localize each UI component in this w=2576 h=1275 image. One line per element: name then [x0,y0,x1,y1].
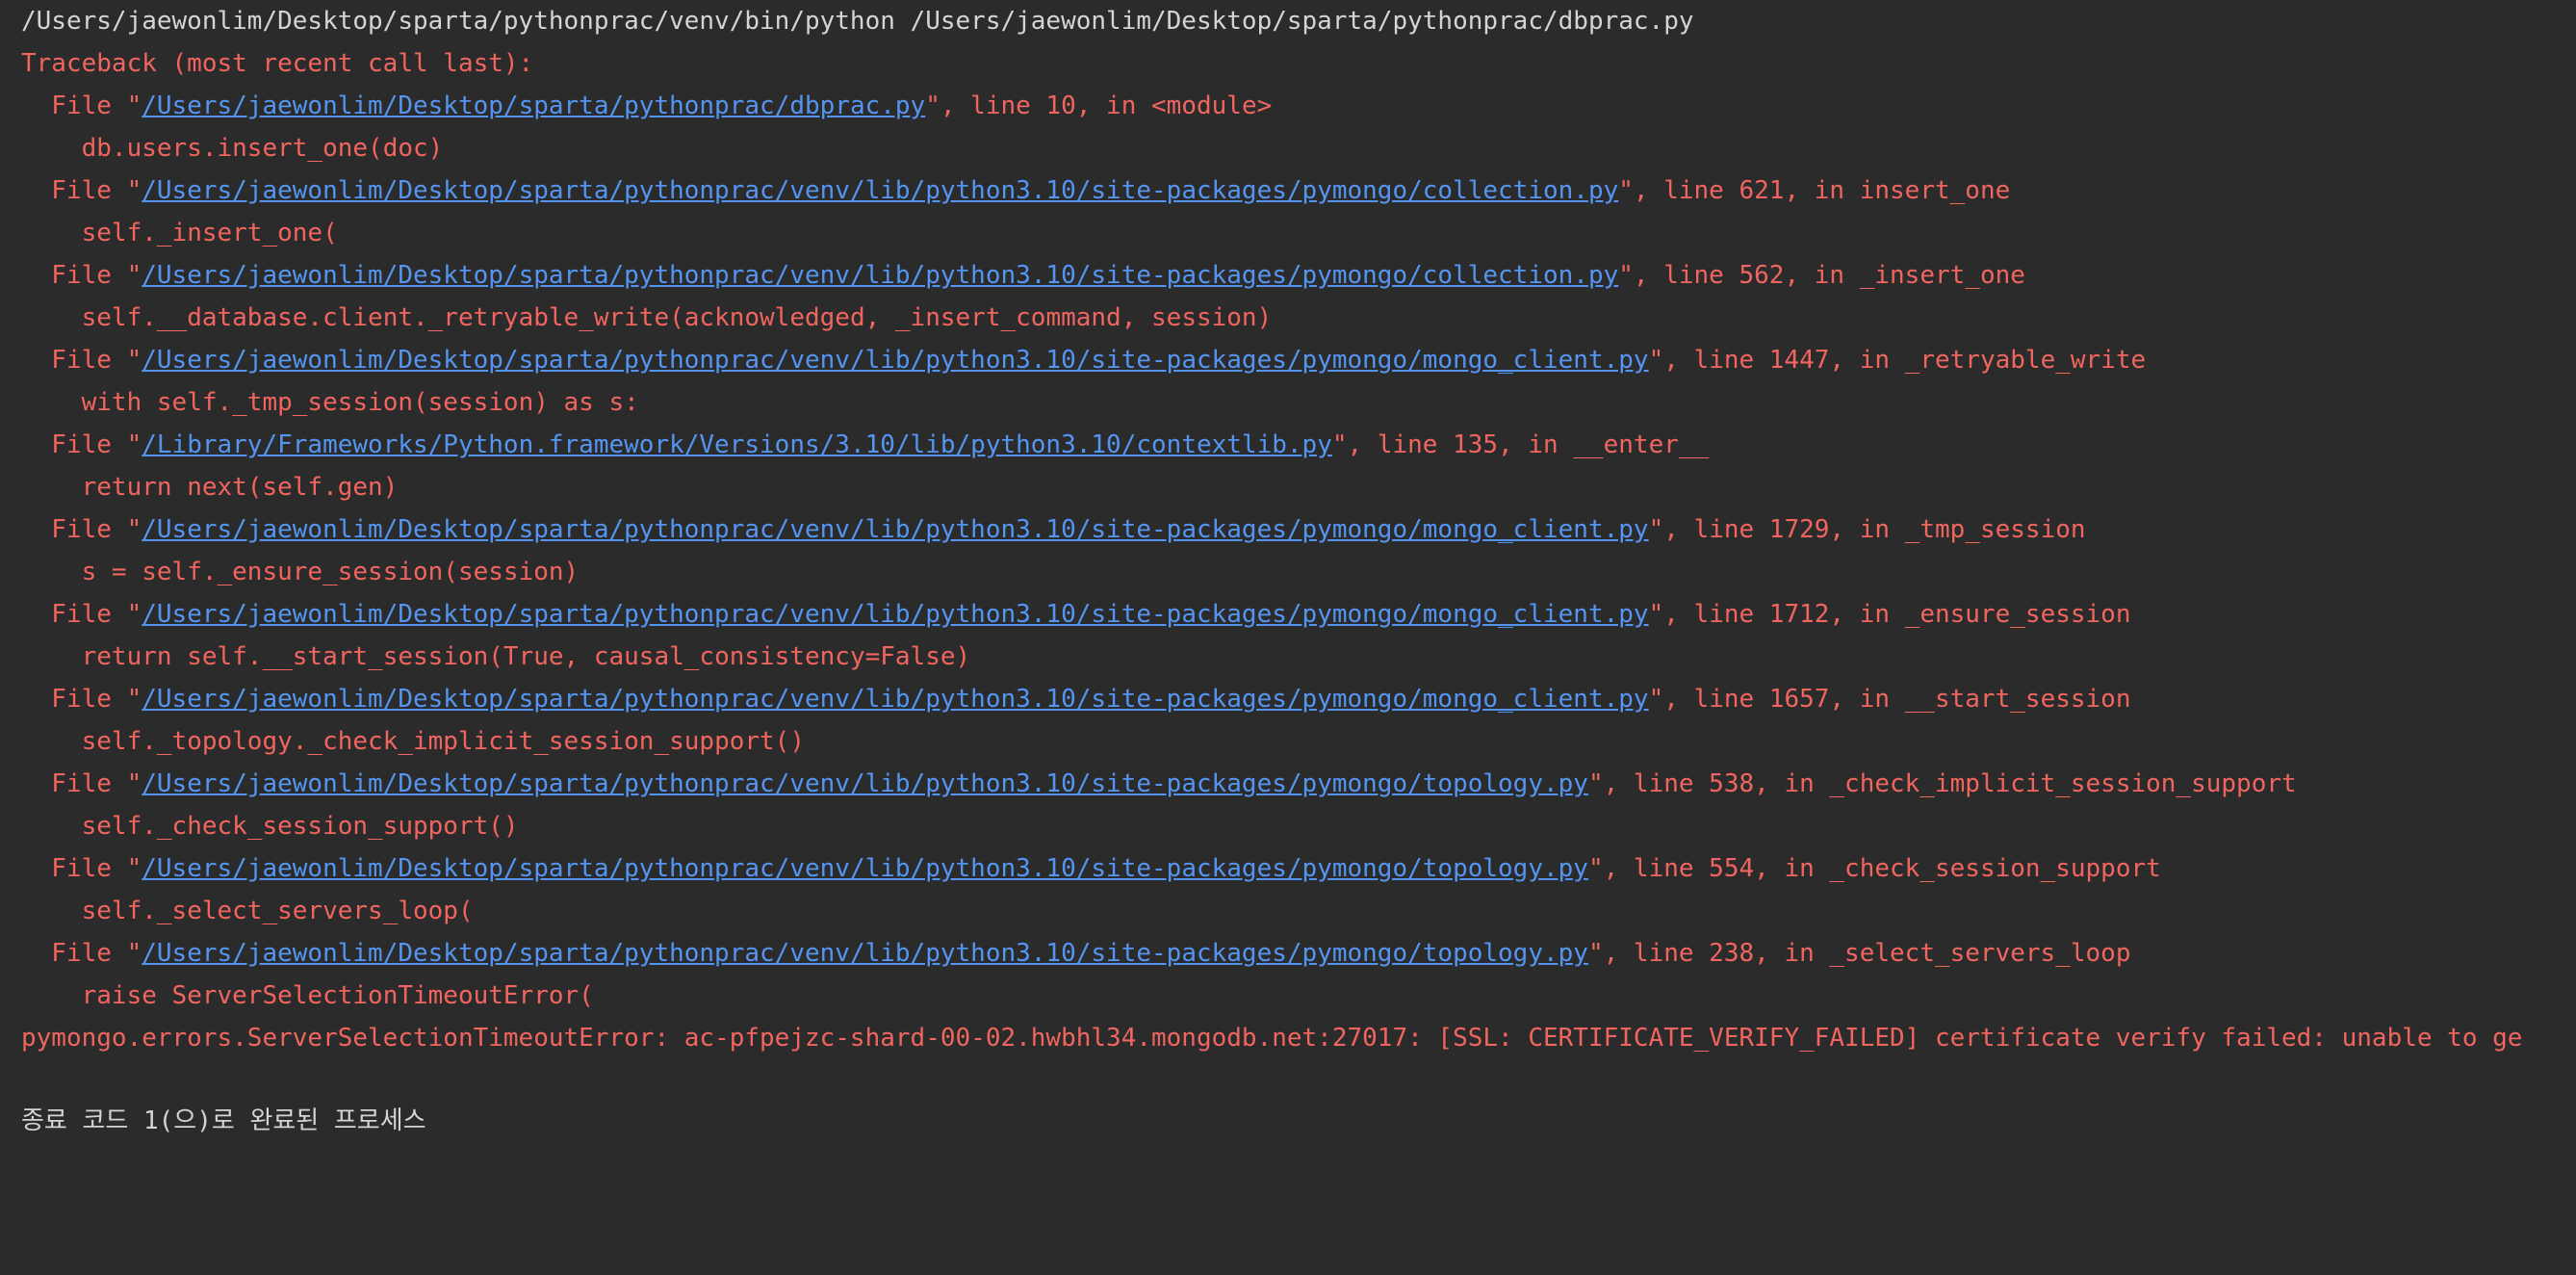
frame-code: db.users.insert_one(doc) [81,134,444,163]
frame-location: ", line 1729, in _tmp_session [1648,515,2086,544]
frame-location: ", line 1712, in _ensure_session [1648,600,2131,629]
traceback-frame: File "/Users/jaewonlim/Desktop/sparta/py… [21,171,2010,210]
traceback-frame: File "/Users/jaewonlim/Desktop/sparta/py… [21,256,2025,295]
frame-location: ", line 135, in __enter__ [1331,430,1710,459]
traceback-frame: File "/Users/jaewonlim/Desktop/sparta/py… [21,934,2130,973]
file-path-link[interactable]: /Users/jaewonlim/Desktop/sparta/pythonpr… [142,261,1618,290]
file-prefix: File " [21,769,142,798]
frame-location: ", line 1447, in _retryable_write [1648,346,2147,375]
traceback-code-line: with self._tmp_session(session) as s: [21,383,639,422]
file-prefix: File " [21,430,142,459]
traceback-frame: File "/Users/jaewonlim/Desktop/sparta/py… [21,87,1272,125]
traceback-header: Traceback (most recent call last): [21,49,534,78]
traceback-code-line: return next(self.gen) [21,468,399,507]
file-path-link[interactable]: /Library/Frameworks/Python.framework/Ver… [142,430,1332,459]
file-path-link[interactable]: /Users/jaewonlim/Desktop/sparta/pythonpr… [142,939,1588,968]
file-prefix: File " [21,685,142,714]
frame-location: ", line 10, in <module> [925,91,1273,120]
frame-location: ", line 1657, in __start_session [1648,685,2131,714]
file-prefix: File " [21,176,142,205]
frame-location: ", line 238, in _select_servers_loop [1587,939,2131,968]
frame-code: raise ServerSelectionTimeoutError( [81,981,594,1010]
file-prefix: File " [21,939,142,968]
frame-code: self._insert_one( [81,219,338,247]
traceback-frame: File "/Users/jaewonlim/Desktop/sparta/py… [21,341,2146,379]
traceback-code-line: db.users.insert_one(doc) [21,129,444,168]
file-path-link[interactable]: /Users/jaewonlim/Desktop/sparta/pythonpr… [142,854,1588,883]
traceback-code-line: self._check_session_support() [21,807,519,846]
frame-code: return next(self.gen) [81,473,399,502]
frame-code: self._select_servers_loop( [81,897,474,925]
frame-location: ", line 554, in _check_session_support [1587,854,2161,883]
traceback-frame: File "/Users/jaewonlim/Desktop/sparta/py… [21,680,2130,718]
traceback-code-line: raise ServerSelectionTimeoutError( [21,976,594,1015]
frame-code: self._topology._check_implicit_session_s… [81,727,805,756]
traceback-code-line: return self.__start_session(True, causal… [21,638,971,676]
file-prefix: File " [21,346,142,375]
file-prefix: File " [21,261,142,290]
traceback-code-line: self._select_servers_loop( [21,892,474,930]
frame-code: return self.__start_session(True, causal… [81,642,971,671]
frame-code: s = self._ensure_session(session) [81,558,580,586]
file-path-link[interactable]: /Users/jaewonlim/Desktop/sparta/pythonpr… [142,685,1648,714]
run-console-output: /Users/jaewonlim/Desktop/sparta/pythonpr… [0,0,2576,1275]
traceback-frame: File "/Users/jaewonlim/Desktop/sparta/py… [21,849,2161,888]
file-prefix: File " [21,91,142,120]
traceback-code-line: self._insert_one( [21,214,338,252]
traceback-code-line: self.__database.client._retryable_write(… [21,299,1273,337]
file-path-link[interactable]: /Users/jaewonlim/Desktop/sparta/pythonpr… [142,769,1588,798]
file-prefix: File " [21,600,142,629]
traceback-code-line: s = self._ensure_session(session) [21,553,580,591]
file-path-link[interactable]: /Users/jaewonlim/Desktop/sparta/pythonpr… [142,600,1648,629]
frame-location: ", line 562, in _insert_one [1618,261,2025,290]
process-exit-message: 종료 코드 1(으)로 완료된 프로세스 [21,1106,426,1135]
frame-location: ", line 538, in _check_implicit_session_… [1587,769,2297,798]
traceback-frame: File "/Users/jaewonlim/Desktop/sparta/py… [21,510,2086,549]
error-message: pymongo.errors.ServerSelectionTimeoutErr… [21,1024,2523,1053]
file-prefix: File " [21,515,142,544]
file-path-link[interactable]: /Users/jaewonlim/Desktop/sparta/pythonpr… [142,91,925,120]
file-path-link[interactable]: /Users/jaewonlim/Desktop/sparta/pythonpr… [142,346,1648,375]
run-command-line: /Users/jaewonlim/Desktop/sparta/pythonpr… [21,7,1694,36]
traceback-code-line: self._topology._check_implicit_session_s… [21,722,805,761]
file-path-link[interactable]: /Users/jaewonlim/Desktop/sparta/pythonpr… [142,176,1618,205]
frame-location: ", line 621, in insert_one [1618,176,2011,205]
frame-code: with self._tmp_session(session) as s: [81,388,639,417]
file-prefix: File " [21,854,142,883]
traceback-frame: File "/Users/jaewonlim/Desktop/sparta/py… [21,595,2130,634]
file-path-link[interactable]: /Users/jaewonlim/Desktop/sparta/pythonpr… [142,515,1648,544]
frame-code: self.__database.client._retryable_write(… [81,303,1273,332]
traceback-frame: File "/Library/Frameworks/Python.framewo… [21,426,1709,464]
traceback-frame: File "/Users/jaewonlim/Desktop/sparta/py… [21,765,2297,803]
frame-code: self._check_session_support() [81,812,519,841]
